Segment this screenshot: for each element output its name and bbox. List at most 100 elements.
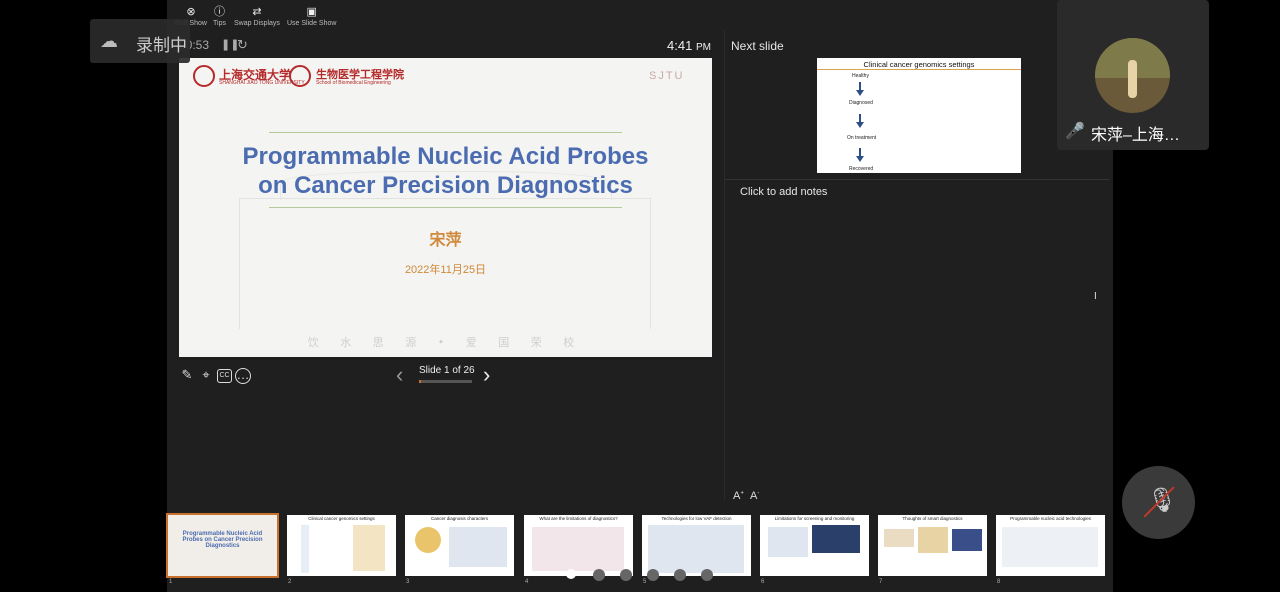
school-logo-icon — [289, 65, 311, 87]
sjtu-brand-mark: SJTU — [649, 70, 685, 82]
next-slide-label: Next slide — [731, 39, 784, 53]
slide-title: Programmable Nucleic Acid Probes on Canc… — [179, 142, 712, 200]
thumbnail-content — [648, 525, 744, 573]
use-slide-show-button[interactable]: ▣ Use Slide Show — [287, 6, 336, 27]
thumbnail-title: Clinical cancer genomics settings — [308, 516, 375, 521]
slide-author: 宋萍 — [429, 232, 462, 249]
thumbnail-number: 2 — [288, 579, 292, 585]
down-arrow-icon — [856, 122, 864, 128]
decrease-font-icon[interactable]: A- — [750, 490, 759, 502]
slide-progress-fill — [419, 380, 422, 383]
thumbnail-slide-7[interactable]: Thoughts of smart diagnostics — [878, 515, 987, 576]
thumbnail-content — [415, 527, 441, 553]
clock-time: 4:41 — [667, 38, 693, 53]
previous-slide-button[interactable]: ‹ — [396, 362, 403, 388]
thumbnail-slide-2[interactable]: Clinical cancer genomics settings — [287, 515, 396, 576]
notes-area[interactable]: Click to add notes — [740, 186, 827, 198]
participant-video-tile[interactable]: 🎤 宋萍–上海… — [1057, 0, 1209, 150]
thumbnail-slide-5[interactable]: Technologies for low VAF detection — [642, 515, 751, 576]
panel-divider — [724, 30, 725, 500]
recording-label: 录制中 — [136, 36, 187, 55]
increase-font-icon[interactable]: A+ — [733, 490, 744, 502]
page-dot[interactable] — [620, 569, 632, 581]
cloud-icon: ☁ — [100, 31, 118, 51]
step-diagnosed: Diagnosed — [849, 100, 873, 106]
thumbnail-content — [884, 529, 914, 547]
more-options-icon[interactable]: … — [235, 368, 251, 384]
thumbnail-content — [353, 525, 385, 571]
thumbnail-content — [1002, 527, 1098, 567]
thumbnail-title: Limitations for screening and monitoring — [774, 516, 855, 521]
slide-title-line2: on Cancer Precision Diagnostics — [258, 172, 633, 199]
notes-separator — [725, 179, 1109, 180]
slide-counter: Slide 1 of 26 — [419, 365, 475, 376]
thumbnail-number: 6 — [761, 579, 765, 585]
thumbnail-number: 3 — [406, 579, 410, 585]
thumbnail-number: 5 — [643, 579, 647, 585]
pen-icon[interactable]: ✎ — [179, 367, 195, 383]
step-healthy: Healthy — [852, 73, 869, 79]
thumbnail-slide-6[interactable]: Limitations for screening and monitoring — [760, 515, 869, 576]
presenter-view: ⊗ End Show ⓘ Tips ⇄ Swap Displays ▣ Use … — [166, 0, 1113, 592]
slide-title-line1: Programmable Nucleic Acid Probes — [242, 143, 649, 170]
thumbnail-title: Programmable nucleic acid technologies — [1010, 516, 1091, 521]
thumbnail-slide-1[interactable]: Programmable Nucleic Acid Probes on Canc… — [166, 513, 279, 578]
next-slide-button[interactable]: › — [483, 362, 490, 388]
slide-progress-bar — [419, 380, 472, 383]
down-arrow-icon — [856, 156, 864, 162]
step-recovered: Recovered — [849, 166, 874, 172]
text-cursor-icon: I — [1094, 291, 1097, 302]
avatar — [1095, 38, 1170, 113]
thumbnail-content — [449, 527, 507, 567]
use-slide-show-label: Use Slide Show — [287, 20, 337, 27]
page-dot[interactable] — [674, 569, 686, 581]
thumbnail-number: 8 — [997, 579, 1001, 585]
avatar-figure — [1128, 60, 1137, 98]
slide-motto: 饮 水 思 源 • 爱 国 荣 校 — [307, 336, 584, 349]
thumbnail-title: Thoughts of smart diagnostics — [902, 516, 963, 521]
clock-ampm: PM — [695, 42, 711, 53]
thumbnail-slide-8[interactable]: Programmable nucleic acid technologies — [996, 515, 1105, 576]
tips-button[interactable]: ⓘ Tips — [213, 6, 226, 27]
thumbnail-content — [918, 527, 948, 553]
page-dot-active[interactable] — [566, 569, 576, 579]
next-slide-preview[interactable]: Clinical cancer genomics settings Health… — [817, 58, 1021, 173]
step-on-treatment: On treatment — [847, 135, 877, 141]
slide-show-icon: ▣ — [306, 6, 317, 18]
thumbnail-title: Technologies for low VAF detection — [661, 516, 732, 521]
title-rule-bottom — [269, 207, 622, 208]
thumbnail-title: Cancer diagnosis characters — [430, 516, 489, 521]
page-dot[interactable] — [647, 569, 659, 581]
page-dot[interactable] — [593, 569, 605, 581]
thumbnail-number: 1 — [169, 579, 173, 585]
subtitles-icon[interactable]: CC — [217, 369, 232, 383]
mute-button[interactable]: 🎙 — [1122, 466, 1195, 539]
title-rule-top — [269, 132, 622, 133]
thumbnail-content — [301, 525, 309, 573]
thumbnail-slide-4[interactable]: What are the limitations of diagnostics? — [524, 515, 633, 576]
thumbnail-content — [768, 527, 808, 557]
clock: 4:41 PM — [667, 38, 711, 53]
thumbnail-number: 7 — [879, 579, 883, 585]
close-circle-icon: ⊗ — [186, 6, 196, 18]
tips-label: Tips — [213, 20, 226, 27]
participant-name: 宋萍–上海… — [1091, 127, 1180, 144]
swap-displays-label: Swap Displays — [234, 20, 280, 27]
next-slide-title: Clinical cancer genomics settings — [863, 60, 975, 69]
swap-displays-button[interactable]: ⇄ Swap Displays — [234, 6, 280, 27]
down-arrow-icon — [856, 90, 864, 96]
swap-icon: ⇄ — [252, 6, 262, 18]
thumbnail-number: 4 — [525, 579, 529, 585]
page-dot[interactable] — [701, 569, 713, 581]
thumbnail-title: Programmable Nucleic Acid Probes on Canc… — [182, 531, 263, 549]
thumbnail-title: What are the limitations of diagnostics? — [539, 516, 618, 521]
thumbnail-content — [532, 527, 624, 571]
sjtu-seal-icon — [193, 65, 215, 87]
thumbnail-content — [952, 529, 982, 551]
thumbnail-content — [812, 525, 860, 553]
reset-timer-icon[interactable]: ↻ — [237, 37, 248, 53]
thumbnail-slide-3[interactable]: Cancer diagnosis characters — [405, 515, 514, 576]
recording-indicator: ☁ 录制中 — [90, 19, 190, 63]
laser-pointer-icon[interactable]: ⌖ — [198, 367, 214, 383]
current-slide: 上海交通大学 SHANGHAI JIAO TONG UNIVERSITY 生物医… — [179, 58, 712, 357]
